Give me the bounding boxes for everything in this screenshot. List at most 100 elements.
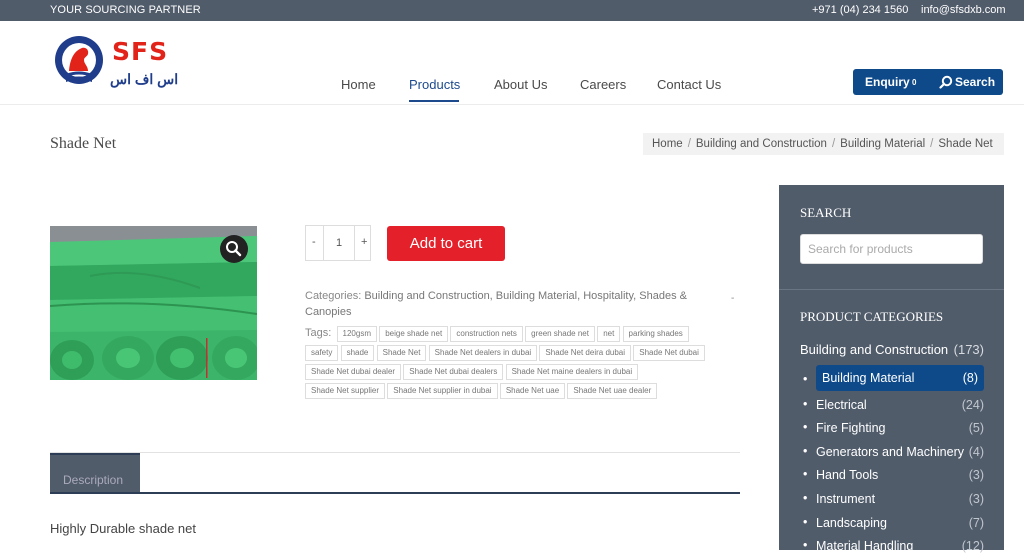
search-icon[interactable] bbox=[939, 75, 953, 89]
bullet-icon: • bbox=[803, 515, 808, 529]
category-label: Hand Tools bbox=[816, 468, 879, 482]
tag-link[interactable]: Shade Net uae bbox=[499, 383, 566, 399]
tag-link[interactable]: Shade Net supplier bbox=[305, 383, 386, 399]
category-instrument[interactable]: • Instrument (3) bbox=[800, 490, 984, 510]
divider bbox=[354, 226, 355, 260]
breadcrumb-current: Shade Net bbox=[938, 138, 993, 150]
category-label: Fire Fighting bbox=[816, 421, 886, 435]
logo-emblem-icon bbox=[55, 36, 103, 84]
breadcrumb-building-construction[interactable]: Building and Construction bbox=[696, 138, 827, 150]
nav-careers[interactable]: Careers bbox=[580, 77, 626, 92]
tabs-border bbox=[50, 452, 740, 453]
category-building-construction[interactable]: Building and Construction (173) bbox=[800, 342, 984, 357]
divider bbox=[779, 289, 1004, 290]
category-material-handling[interactable]: • Material Handling (12) bbox=[800, 537, 984, 557]
site-header: SFS اس اف اس Home Products About Us Care… bbox=[0, 21, 1024, 105]
category-fire-fighting[interactable]: • Fire Fighting (5) bbox=[800, 419, 984, 439]
bullet-icon: • bbox=[803, 444, 808, 458]
breadcrumb-home[interactable]: Home bbox=[652, 138, 683, 150]
tag-link[interactable]: 120gsm bbox=[336, 326, 377, 342]
quantity-stepper: - 1 + bbox=[305, 225, 371, 261]
categories-label: Categories: bbox=[305, 290, 362, 302]
header-search-button[interactable]: Search bbox=[955, 75, 995, 89]
breadcrumb: Home / Building and Construction / Building … bbox=[643, 133, 1004, 155]
tag-link[interactable]: Shade Net dealers in dubai bbox=[428, 345, 538, 361]
tag-link[interactable]: beige shade net bbox=[379, 326, 449, 342]
tag-link[interactable]: Shade Net maine dealers in dubai bbox=[505, 364, 639, 380]
add-to-cart-button[interactable]: Add to cart bbox=[387, 226, 505, 261]
image-zoom-button[interactable] bbox=[220, 235, 248, 263]
phone-link[interactable]: +971 (04) 234 1560 bbox=[812, 4, 908, 16]
category-building-material[interactable]: • Building Material (8) bbox=[800, 365, 984, 391]
logo-text: SFS bbox=[112, 37, 169, 66]
category-label: Material Handling bbox=[816, 539, 914, 553]
quantity-decrease-button[interactable]: - bbox=[312, 236, 316, 248]
tag-link[interactable]: Shade Net bbox=[376, 345, 427, 361]
category-label: Electrical bbox=[816, 398, 867, 412]
tag-link[interactable]: Shade Net supplier in dubai bbox=[387, 383, 498, 399]
sidebar-search-heading: SEARCH bbox=[800, 205, 852, 220]
category-hand-tools[interactable]: • Hand Tools (3) bbox=[800, 466, 984, 486]
product-tags: Tags: 120gsm beige shade net constructio… bbox=[305, 326, 745, 402]
tagline: YOUR SOURCING PARTNER bbox=[50, 4, 201, 16]
quantity-increase-button[interactable]: + bbox=[361, 236, 367, 248]
description-text: Highly Durable shade net bbox=[50, 521, 196, 536]
category-label: Generators and Machinery bbox=[816, 445, 964, 459]
tag-link[interactable]: Shade Net dubai dealer bbox=[305, 364, 402, 380]
tag-link[interactable]: parking shades bbox=[622, 326, 689, 342]
sidebar: SEARCH PRODUCT CATEGORIES Building and C… bbox=[779, 185, 1004, 553]
quantity-input[interactable]: 1 bbox=[336, 237, 342, 249]
category-count: (4) bbox=[968, 445, 984, 459]
category-count: (173) bbox=[953, 342, 984, 357]
category-label: Building Material bbox=[822, 371, 915, 385]
bullet-icon: • bbox=[803, 372, 808, 386]
logo[interactable]: SFS اس اف اس bbox=[52, 33, 182, 93]
product-categories-heading: PRODUCT CATEGORIES bbox=[800, 309, 944, 324]
separator-dash: - bbox=[731, 293, 735, 304]
tab-description[interactable]: Description bbox=[50, 453, 140, 493]
page-title: Shade Net bbox=[50, 135, 117, 152]
logo-arabic-text: اس اف اس bbox=[110, 71, 179, 87]
category-count: (7) bbox=[968, 516, 984, 530]
bullet-icon: • bbox=[803, 491, 808, 505]
divider bbox=[323, 226, 324, 260]
product-search-input[interactable] bbox=[800, 234, 983, 264]
tag-link[interactable]: construction nets bbox=[450, 326, 523, 342]
category-links[interactable]: Building and Construction, Building Mate… bbox=[305, 290, 687, 318]
breadcrumb-building-material[interactable]: Building Material bbox=[840, 138, 925, 150]
tag-link[interactable]: safety bbox=[305, 345, 339, 361]
category-count: (8) bbox=[962, 371, 978, 385]
tag-link[interactable]: Shade Net dubai bbox=[633, 345, 705, 361]
magnifier-icon bbox=[226, 241, 242, 257]
category-count: (24) bbox=[961, 398, 984, 412]
tag-link[interactable]: Shade Net dubai dealers bbox=[403, 364, 504, 380]
email-link[interactable]: info@sfsdxb.com bbox=[921, 4, 1006, 16]
bullet-icon: • bbox=[803, 467, 808, 481]
category-count: (3) bbox=[968, 492, 984, 506]
active-nav-indicator bbox=[409, 100, 459, 102]
tags-label: Tags: bbox=[305, 327, 332, 339]
tag-link[interactable]: Shade Net uae dealer bbox=[567, 383, 658, 399]
tag-link[interactable]: green shade net bbox=[525, 326, 595, 342]
breadcrumb-separator: / bbox=[831, 138, 836, 150]
tag-link[interactable]: shade bbox=[340, 345, 375, 361]
bullet-icon: • bbox=[803, 420, 808, 434]
tag-link[interactable]: net bbox=[597, 326, 621, 342]
category-label: Instrument bbox=[816, 492, 876, 506]
category-landscaping[interactable]: • Landscaping (7) bbox=[800, 514, 984, 534]
tabs-border bbox=[50, 492, 740, 494]
enquiry-count-badge: 0 bbox=[912, 78, 917, 87]
category-count: (5) bbox=[968, 421, 984, 435]
bullet-icon: • bbox=[803, 397, 808, 411]
category-label: Building and Construction bbox=[800, 342, 949, 357]
nav-about-us[interactable]: About Us bbox=[494, 77, 547, 92]
category-count: (12) bbox=[961, 539, 984, 553]
enquiry-button[interactable]: Enquiry bbox=[865, 75, 910, 89]
nav-home[interactable]: Home bbox=[341, 77, 376, 92]
category-generators-machinery[interactable]: • Generators and Machinery (4) bbox=[800, 443, 984, 463]
tag-link[interactable]: Shade Net deira dubai bbox=[539, 345, 632, 361]
enquiry-search-bar: Enquiry 0 Search bbox=[853, 69, 1003, 95]
category-electrical[interactable]: • Electrical (24) bbox=[800, 396, 984, 416]
nav-contact-us[interactable]: Contact Us bbox=[657, 77, 721, 92]
nav-products[interactable]: Products bbox=[409, 77, 460, 92]
